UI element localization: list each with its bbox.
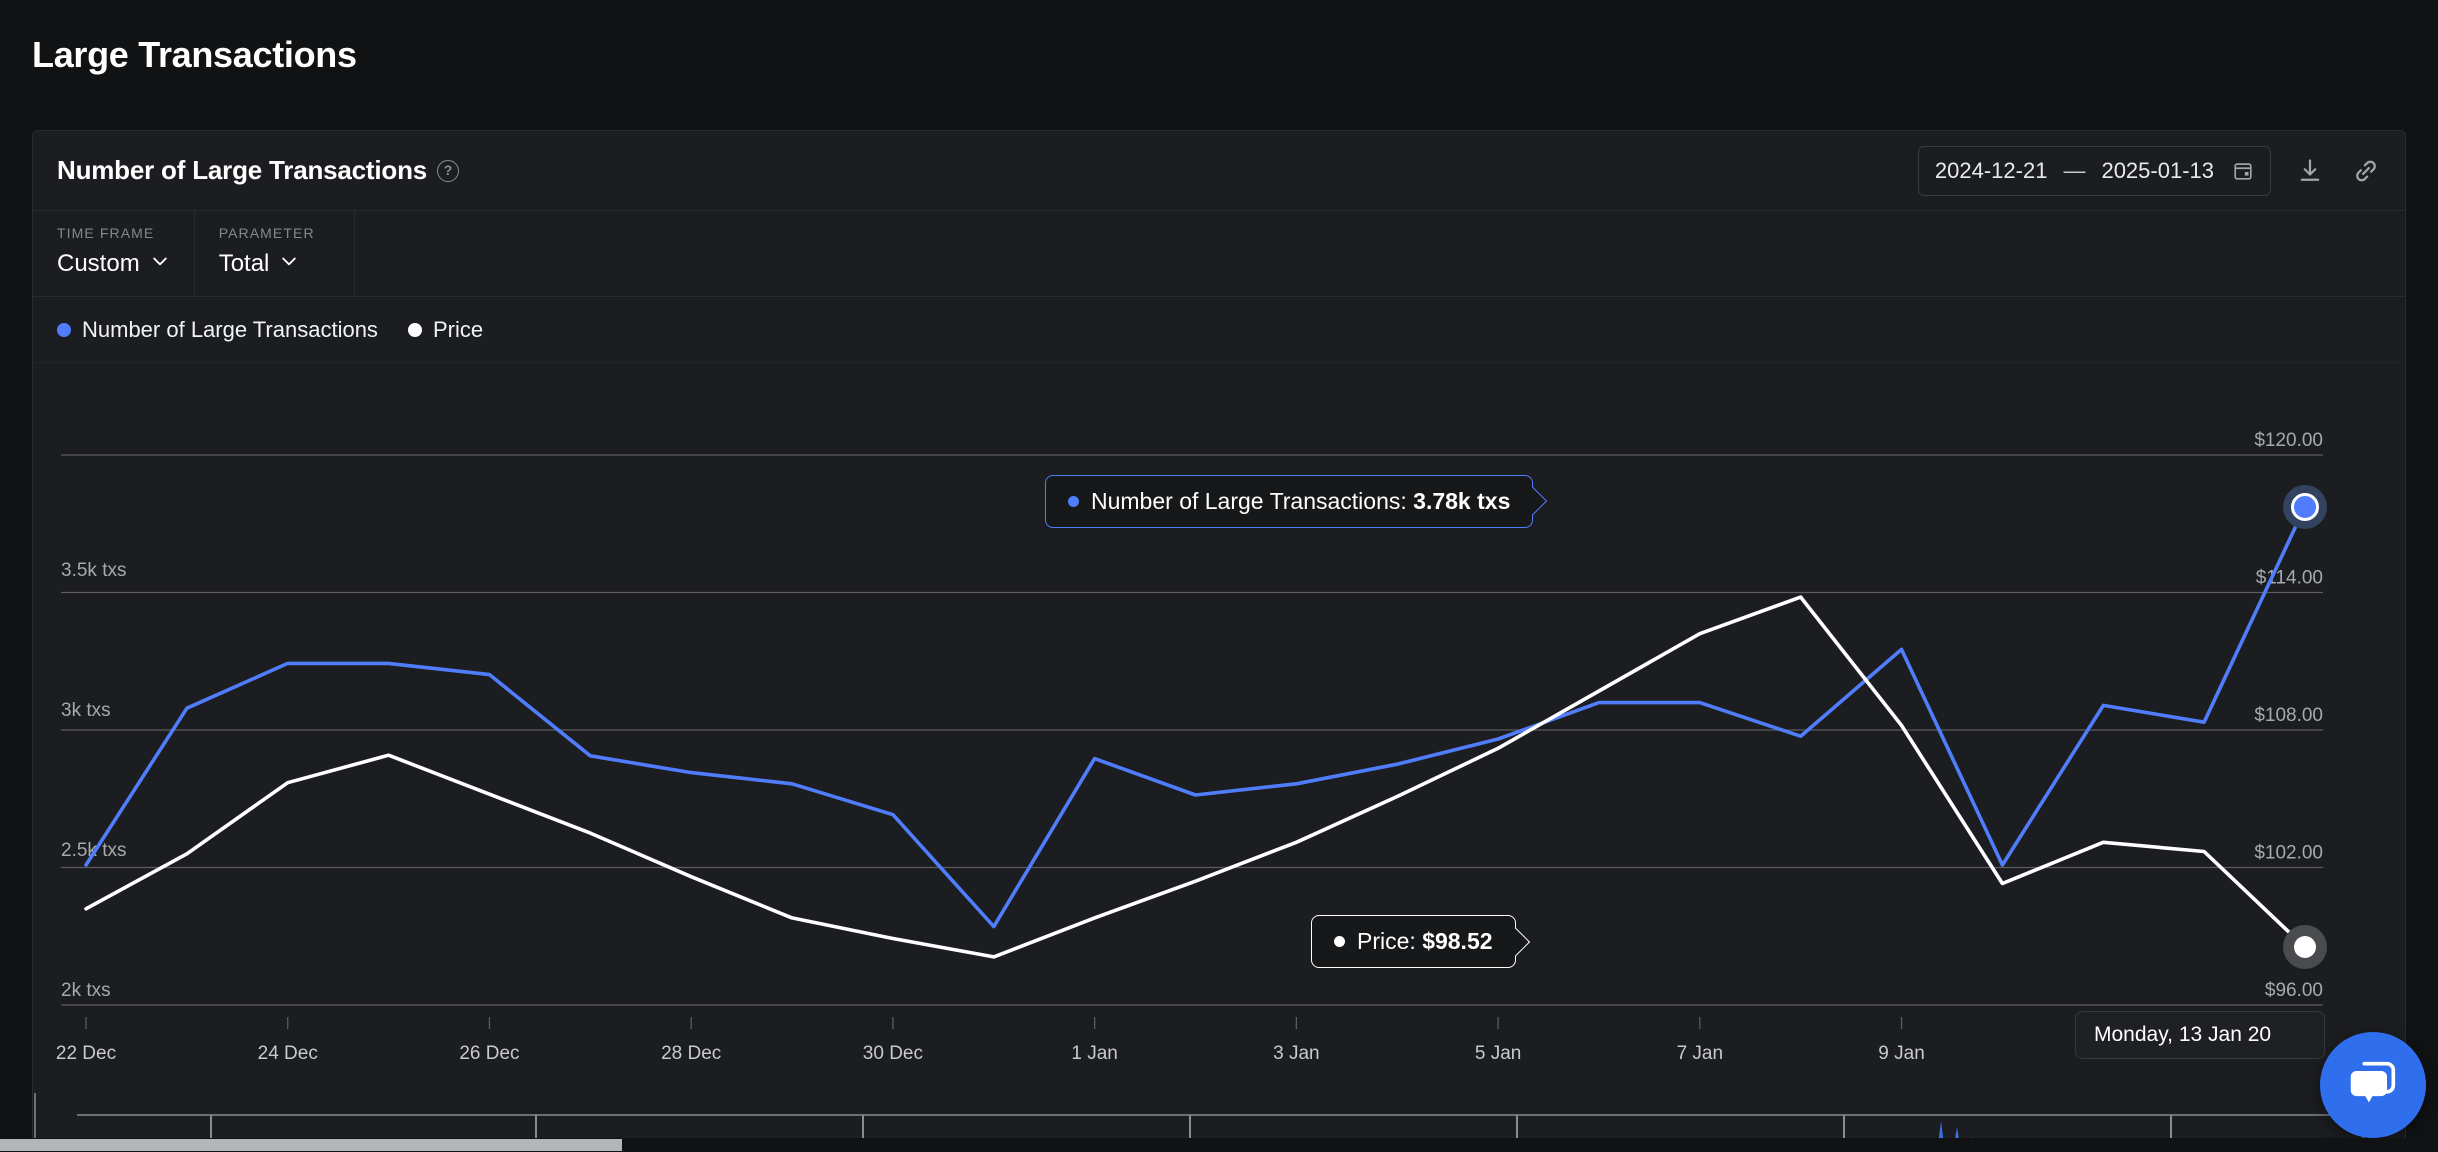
control-parameter-value: Total	[219, 250, 270, 278]
horizontal-scrollbar[interactable]	[0, 1138, 2438, 1152]
control-parameter-label: PARAMETER	[219, 225, 330, 241]
tooltip-text-transactions: Number of Large Transactions: 3.78k txs	[1091, 488, 1510, 515]
card-header-left: Number of Large Transactions ?	[57, 155, 459, 186]
control-time-frame-label: TIME FRAME	[57, 225, 170, 241]
calendar-icon	[2232, 160, 2254, 182]
chart-controls: TIME FRAME Custom PARAMETER Total	[33, 211, 2405, 297]
tooltip-transactions: Number of Large Transactions: 3.78k txs	[1045, 475, 1533, 528]
control-time-frame-value-row: Custom	[57, 250, 170, 278]
legend-dot-transactions	[57, 323, 71, 337]
chart-svg: 3.5k txs3k txs2.5k txs2k txs$120.00$114.…	[33, 363, 2405, 1093]
legend-label-price: Price	[433, 317, 483, 343]
svg-text:5 Jan: 5 Jan	[1475, 1043, 1521, 1064]
svg-text:9 Jan: 9 Jan	[1878, 1043, 1924, 1064]
svg-text:30 Dec: 30 Dec	[863, 1043, 923, 1064]
svg-text:28 Dec: 28 Dec	[661, 1043, 721, 1064]
legend-item-transactions[interactable]: Number of Large Transactions	[57, 317, 378, 343]
svg-text:$108.00: $108.00	[2254, 705, 2323, 726]
card-title: Number of Large Transactions	[57, 155, 427, 186]
tooltip-value-transactions: 3.78k txs	[1413, 488, 1510, 514]
svg-text:$114.00: $114.00	[2256, 568, 2323, 589]
chat-bubble-icon	[2344, 1056, 2402, 1114]
legend-item-price[interactable]: Price	[408, 317, 483, 343]
svg-text:26 Dec: 26 Dec	[459, 1043, 519, 1064]
app-root: Large Transactions Number of Large Trans…	[0, 0, 2438, 1152]
svg-text:3.5k txs: 3.5k txs	[61, 560, 126, 581]
card-header-actions: 2024-12-21 — 2025-01-13	[1918, 146, 2383, 196]
highlight-marker-transactions	[2283, 485, 2327, 529]
tooltip-price: Price: $98.52	[1311, 915, 1516, 968]
svg-text:2k txs: 2k txs	[61, 980, 111, 1001]
page-title: Large Transactions	[32, 34, 357, 76]
highlight-marker-price	[2283, 925, 2327, 969]
control-parameter-value-row: Total	[219, 250, 330, 278]
horizontal-scrollbar-thumb[interactable]	[0, 1139, 622, 1151]
tooltip-value-price: $98.52	[1422, 928, 1492, 954]
tooltip-text-price: Price: $98.52	[1357, 928, 1493, 955]
svg-text:$96.00: $96.00	[2265, 980, 2323, 1001]
svg-text:3 Jan: 3 Jan	[1273, 1043, 1319, 1064]
tooltip-label-price: Price:	[1357, 928, 1416, 954]
svg-text:24 Dec: 24 Dec	[258, 1043, 318, 1064]
svg-text:$102.00: $102.00	[2254, 843, 2323, 864]
svg-text:$120.00: $120.00	[2254, 430, 2323, 451]
svg-text:7 Jan: 7 Jan	[1677, 1043, 1723, 1064]
legend-dot-price	[408, 323, 422, 337]
tooltip-label-transactions: Number of Large Transactions:	[1091, 488, 1407, 514]
svg-text:1 Jan: 1 Jan	[1071, 1043, 1117, 1064]
controls-spacer	[355, 211, 2405, 296]
svg-text:3k txs: 3k txs	[61, 700, 111, 721]
date-range-end: 2025-01-13	[2101, 158, 2214, 184]
control-time-frame[interactable]: TIME FRAME Custom	[33, 211, 195, 296]
help-circle-icon[interactable]: ?	[437, 160, 459, 182]
chevron-down-icon	[279, 250, 299, 278]
chart-legend: Number of Large Transactions Price	[33, 297, 2405, 363]
link-icon[interactable]	[2349, 154, 2383, 188]
chart-plot-area[interactable]: 3.5k txs3k txs2.5k txs2k txs$120.00$114.…	[33, 363, 2405, 1093]
chat-widget-button[interactable]	[2320, 1032, 2426, 1138]
tooltip-date: Monday, 13 Jan 20	[2075, 1011, 2325, 1059]
chart-card: Number of Large Transactions ? 2024-12-2…	[32, 130, 2406, 1152]
date-range-start: 2024-12-21	[1935, 158, 2048, 184]
date-range-picker[interactable]: 2024-12-21 — 2025-01-13	[1918, 146, 2271, 196]
card-header: Number of Large Transactions ? 2024-12-2…	[33, 131, 2405, 211]
tooltip-dot-price	[1334, 936, 1345, 947]
control-time-frame-value: Custom	[57, 250, 140, 278]
date-range-dash: —	[2063, 158, 2085, 184]
download-icon[interactable]	[2293, 154, 2327, 188]
legend-label-transactions: Number of Large Transactions	[82, 317, 378, 343]
tooltip-dot-transactions	[1068, 496, 1079, 507]
svg-text:22 Dec: 22 Dec	[56, 1043, 116, 1064]
chevron-down-icon	[150, 250, 170, 278]
control-parameter[interactable]: PARAMETER Total	[195, 211, 355, 296]
